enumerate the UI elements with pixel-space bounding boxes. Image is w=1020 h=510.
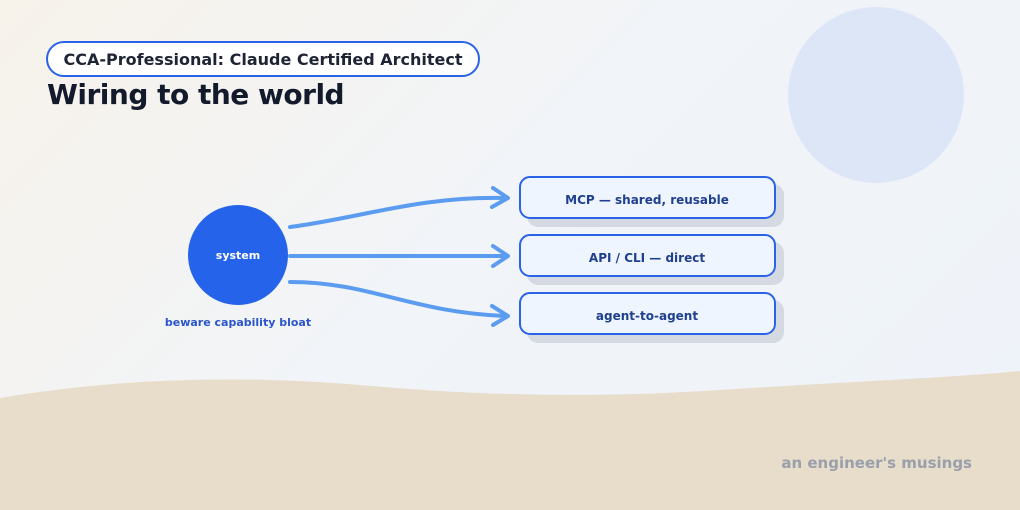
- target-mcp-label: MCP — shared, reusable: [565, 193, 729, 207]
- target-api: API / CLI — direct: [519, 234, 776, 277]
- arrow-to-agent: [288, 280, 510, 327]
- target-api-label: API / CLI — direct: [589, 251, 705, 265]
- arrow-to-mcp: [288, 186, 510, 229]
- target-agent: agent-to-agent: [519, 292, 776, 335]
- target-mcp: MCP — shared, reusable: [519, 176, 776, 219]
- wiring-diagram: system beware capability bloat MCP — sha…: [165, 176, 776, 335]
- arrow-to-api: [288, 244, 510, 268]
- target-agent-label: agent-to-agent: [596, 309, 698, 323]
- system-node-label: system: [216, 249, 260, 262]
- footer-signature: an engineer's musings: [781, 454, 972, 472]
- system-caption: beware capability bloat: [165, 316, 311, 329]
